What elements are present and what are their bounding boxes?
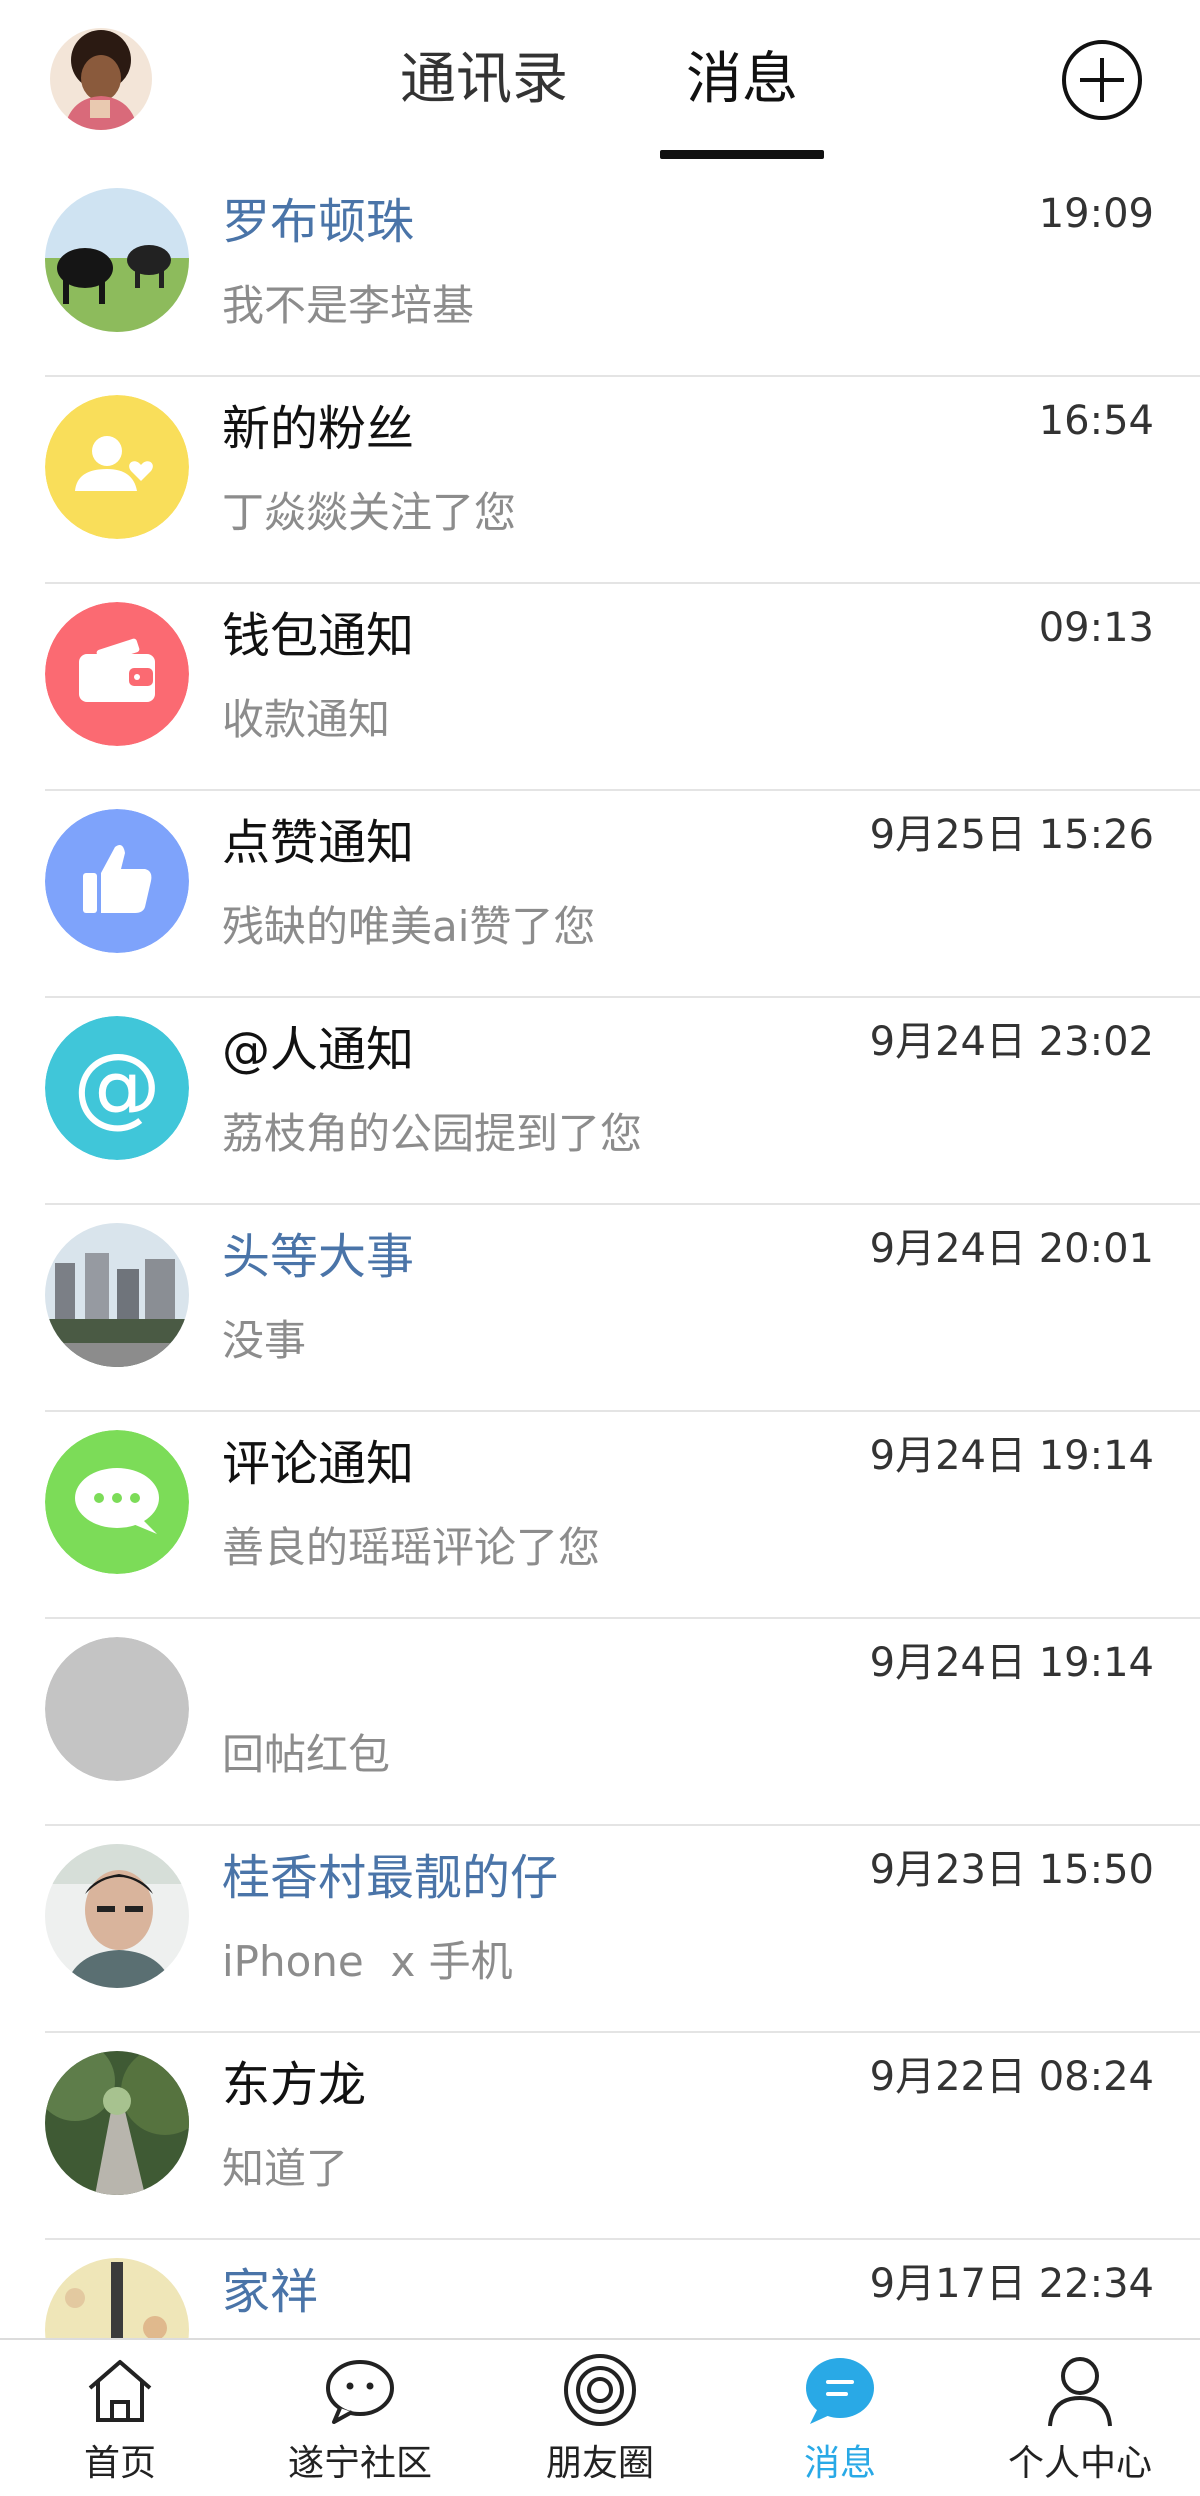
nav-label: 消息 xyxy=(803,2443,876,2484)
nav-community[interactable]: 遂宁社区 xyxy=(240,2340,480,2496)
moments-icon xyxy=(562,2352,638,2428)
bottom-nav: 首页 遂宁社区 朋友圈 消息 个人中心 xyxy=(0,2338,1200,2496)
contact-name: 钱包通知 xyxy=(222,608,415,664)
conversation-row[interactable]: 评论通知 9月24日 19:14 善良的瑶瑶评论了您 xyxy=(0,1412,1200,1619)
at-icon: @ xyxy=(45,1016,189,1160)
message-preview: 没事 xyxy=(222,1316,307,1365)
nav-moments[interactable]: 朋友圈 xyxy=(480,2340,720,2496)
nav-label: 个人中心 xyxy=(1007,2443,1152,2484)
contact-name: 东方龙 xyxy=(222,2057,367,2113)
contact-avatar xyxy=(45,1844,189,1988)
message-icon xyxy=(802,2352,878,2428)
contact-name: 家祥 xyxy=(222,2264,319,2320)
person-icon xyxy=(1042,2352,1118,2428)
tab-messages[interactable]: 消息 xyxy=(686,40,798,120)
message-preview: 善良的瑶瑶评论了您 xyxy=(222,1523,601,1572)
home-icon xyxy=(82,2352,158,2428)
nav-label: 朋友圈 xyxy=(545,2443,654,2484)
message-preview: 收款通知 xyxy=(222,695,391,744)
message-time: 9月24日 19:14 xyxy=(869,1640,1154,1686)
message-time: 9月25日 15:26 xyxy=(869,812,1154,858)
contact-name: 桂香村最靓的仔 xyxy=(222,1850,559,1906)
message-time: 09:13 xyxy=(1038,605,1154,651)
contact-name: 点赞通知 xyxy=(222,815,415,871)
conversation-row[interactable]: 东方龙 9月22日 08:24 知道了 xyxy=(0,2033,1200,2240)
wallet-icon xyxy=(45,602,189,746)
contact-name: 罗布顿珠 xyxy=(222,194,415,250)
conversation-row[interactable]: 桂香村最靓的仔 9月23日 15:50 iPhone x 手机 xyxy=(0,1826,1200,2033)
plus-circle-icon[interactable] xyxy=(1060,38,1144,122)
user-avatar[interactable] xyxy=(50,28,152,130)
message-preview: 回帖红包 xyxy=(222,1730,391,1779)
message-time: 16:54 xyxy=(1038,398,1154,444)
comment-icon xyxy=(45,1430,189,1574)
conversation-row[interactable]: @ @人通知 9月24日 23:02 荔枝角的公园提到了您 xyxy=(0,998,1200,1205)
contact-name: 新的粉丝 xyxy=(222,401,415,457)
conversation-row[interactable]: 点赞通知 9月25日 15:26 残缺的唯美ai赞了您 xyxy=(0,791,1200,998)
message-time: 9月17日 22:34 xyxy=(869,2261,1154,2307)
top-bar: 通讯录 消息 xyxy=(0,0,1200,168)
svg-text:@: @ xyxy=(73,1034,161,1137)
message-preview: 荔枝角的公园提到了您 xyxy=(222,1109,643,1158)
conversation-row[interactable]: 9月24日 19:14 回帖红包 xyxy=(0,1619,1200,1826)
conversation-row[interactable]: 钱包通知 09:13 收款通知 xyxy=(0,584,1200,791)
message-time: 9月24日 20:01 xyxy=(869,1226,1154,1272)
thumbs-up-icon xyxy=(45,809,189,953)
blank-avatar xyxy=(45,1637,189,1781)
nav-label: 遂宁社区 xyxy=(287,2443,432,2484)
tab-contacts[interactable]: 通讯录 xyxy=(400,40,568,120)
message-preview: 知道了 xyxy=(222,2144,349,2193)
contact-avatar xyxy=(45,1223,189,1367)
contact-name: @人通知 xyxy=(222,1022,415,1078)
message-preview: 丁焱燚关注了您 xyxy=(222,488,517,537)
conversation-row[interactable]: 新的粉丝 16:54 丁焱燚关注了您 xyxy=(0,377,1200,584)
message-time: 9月22日 08:24 xyxy=(869,2054,1154,2100)
message-time: 9月24日 19:14 xyxy=(869,1433,1154,1479)
contact-name: 头等大事 xyxy=(222,1229,415,1285)
nav-messages[interactable]: 消息 xyxy=(720,2340,960,2496)
chat-bubble-icon xyxy=(322,2352,398,2428)
message-time: 9月23日 15:50 xyxy=(869,1847,1154,1893)
nav-home[interactable]: 首页 xyxy=(0,2340,240,2496)
contact-avatar xyxy=(45,188,189,332)
nav-label: 首页 xyxy=(83,2443,156,2484)
contact-name: 评论通知 xyxy=(222,1436,415,1492)
nav-profile[interactable]: 个人中心 xyxy=(960,2340,1200,2496)
conversation-row[interactable]: 罗布顿珠 19:09 我不是李培基 xyxy=(0,170,1200,377)
message-preview: 残缺的唯美ai赞了您 xyxy=(222,902,596,951)
new-follower-icon xyxy=(45,395,189,539)
message-preview: iPhone x 手机 xyxy=(222,1937,513,1986)
message-preview: 我不是李培基 xyxy=(222,281,475,330)
message-time: 19:09 xyxy=(1038,191,1154,237)
contact-avatar xyxy=(45,2051,189,2195)
message-time: 9月24日 23:02 xyxy=(869,1019,1154,1065)
active-tab-indicator xyxy=(660,150,824,159)
conversation-row[interactable]: 头等大事 9月24日 20:01 没事 xyxy=(0,1205,1200,1412)
